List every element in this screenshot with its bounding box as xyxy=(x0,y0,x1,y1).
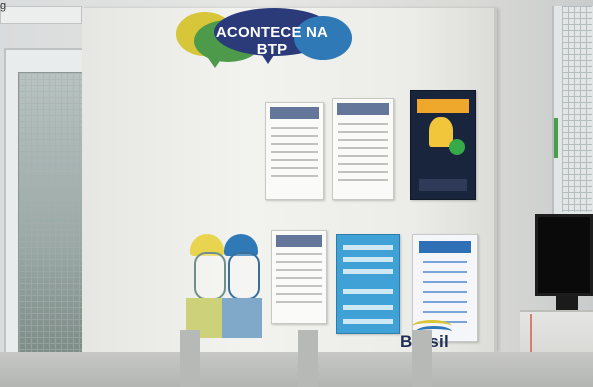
poster-text-line xyxy=(270,159,319,161)
poster-text-line xyxy=(270,167,319,169)
badge-icon xyxy=(449,139,465,155)
poster-top-middle xyxy=(332,98,394,200)
checklist-row xyxy=(423,311,467,313)
poster-text-line xyxy=(276,285,322,287)
poster-text-line xyxy=(270,143,319,145)
door-grid-pattern xyxy=(19,73,83,359)
poster-text-line xyxy=(276,277,322,279)
monitor-stand xyxy=(556,296,578,310)
speech-bubble-banner: ACONTECE NA BTP xyxy=(176,6,354,70)
poster-text-bar xyxy=(343,257,393,262)
scene: g ACONTECE NA BTP xyxy=(0,0,593,387)
poster-header xyxy=(419,241,471,253)
corner-text: g xyxy=(0,0,7,12)
poster-bottom-middle xyxy=(336,234,400,334)
checklist-row xyxy=(423,261,467,263)
poster-text-bar xyxy=(343,305,393,310)
poster-text-line xyxy=(270,127,319,129)
board-support-leg xyxy=(298,330,318,387)
poster-text-line xyxy=(276,269,322,271)
poster-text-line xyxy=(337,163,389,165)
window-green-edge xyxy=(554,118,558,158)
poster-header xyxy=(337,103,389,115)
poster-top-left xyxy=(265,102,324,200)
checklist-row xyxy=(423,281,467,283)
poster-text-bar xyxy=(343,269,393,274)
worker-face-right xyxy=(228,252,260,300)
checklist-row xyxy=(423,301,467,303)
poster-text-line xyxy=(337,179,389,181)
computer-monitor xyxy=(535,214,593,296)
poster-text-bar xyxy=(343,289,393,294)
poster-footer xyxy=(419,179,467,191)
checklist-row xyxy=(423,271,467,273)
poster-bottom-left xyxy=(271,230,327,324)
board-supports xyxy=(180,330,440,387)
ceiling-vent xyxy=(0,6,82,24)
speech-bubble-tail xyxy=(208,58,222,68)
poster-text-bar xyxy=(343,245,393,250)
poster-text-line xyxy=(337,147,389,149)
board-support-leg xyxy=(180,330,200,387)
cables xyxy=(530,314,582,356)
poster-text-line xyxy=(270,135,319,137)
poster-text-line xyxy=(276,261,322,263)
window xyxy=(552,6,593,216)
poster-text-line xyxy=(337,123,389,125)
poster-text-line xyxy=(337,171,389,173)
poster-text-line xyxy=(337,131,389,133)
poster-title-bar xyxy=(417,99,469,113)
poster-text-bar xyxy=(343,319,393,324)
poster-text-line xyxy=(276,293,322,295)
worker-face-left xyxy=(194,252,226,300)
poster-text-line xyxy=(270,151,319,153)
poster-text-line xyxy=(337,139,389,141)
poster-text-line xyxy=(276,301,322,303)
poster-header xyxy=(270,107,319,119)
poster-header xyxy=(276,235,322,247)
poster-text-line xyxy=(270,175,319,177)
worker-illustration xyxy=(186,228,278,338)
poster-top-right xyxy=(410,90,476,200)
door-glass-pane xyxy=(18,72,84,360)
poster-text-line xyxy=(337,155,389,157)
board-support-leg xyxy=(412,330,432,387)
poster-text-line xyxy=(276,253,322,255)
window-grid-pattern xyxy=(562,6,592,212)
banner-title: ACONTECE NA BTP xyxy=(215,24,329,58)
checklist-row xyxy=(423,291,467,293)
